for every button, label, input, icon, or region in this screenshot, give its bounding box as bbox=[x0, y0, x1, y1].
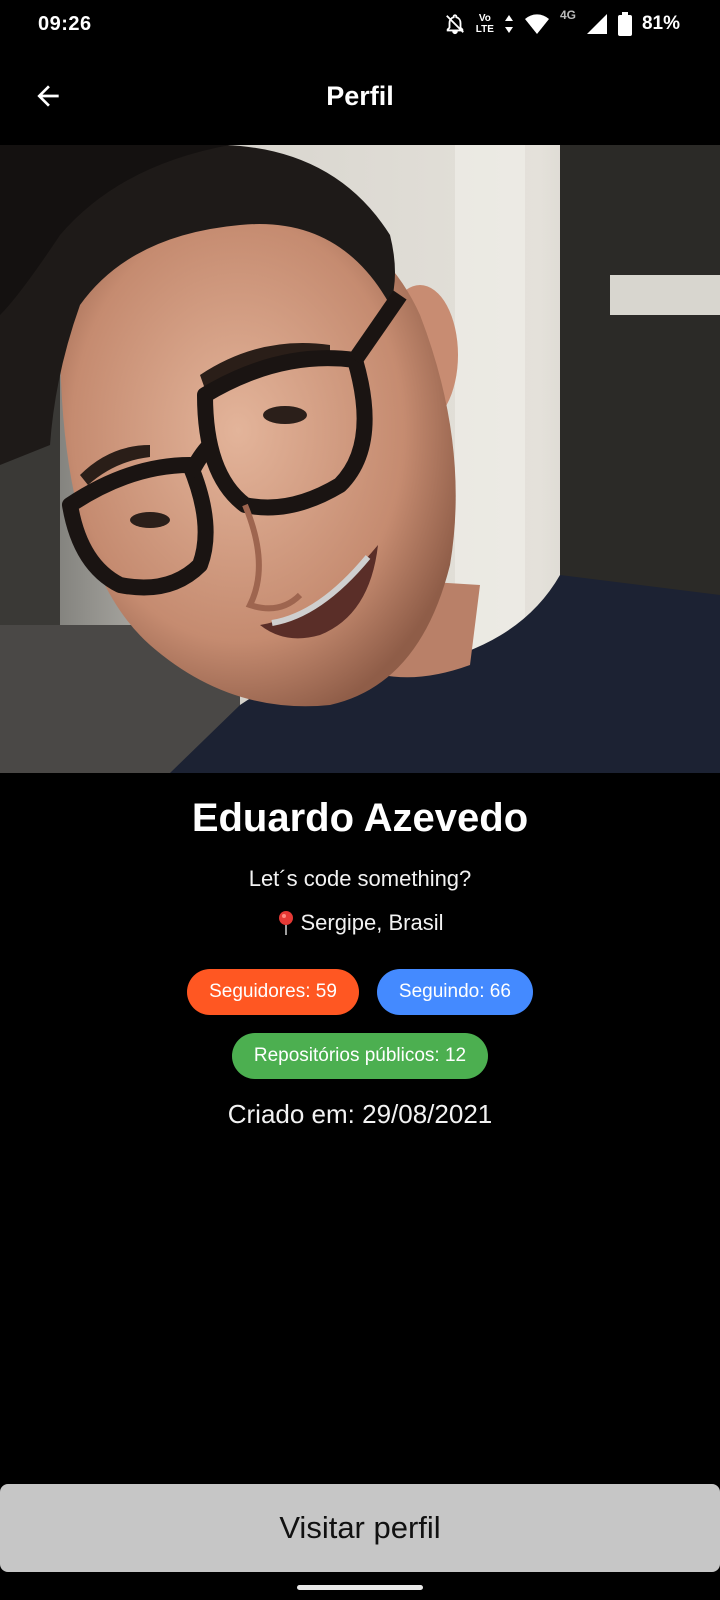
wifi-icon bbox=[524, 13, 550, 35]
visit-profile-button[interactable]: Visitar perfil bbox=[0, 1484, 720, 1572]
page-title: Perfil bbox=[326, 80, 394, 111]
public-repos-chip: Repositórios públicos: 12 bbox=[231, 1033, 489, 1079]
cell-signal-icon bbox=[586, 13, 608, 35]
data-arrows-icon bbox=[504, 14, 514, 34]
back-button[interactable] bbox=[28, 76, 68, 116]
status-icons: Vo LTE 4G 81% bbox=[444, 8, 680, 36]
repos-row: Repositórios públicos: 12 bbox=[0, 1033, 720, 1079]
home-indicator bbox=[297, 1585, 423, 1590]
battery-icon bbox=[617, 12, 632, 36]
profile-name: Eduardo Azevedo bbox=[191, 796, 529, 840]
app-bar: Perfil bbox=[0, 48, 720, 144]
notifications-off-icon bbox=[444, 13, 466, 35]
created-date: Criado em: 29/08/2021 bbox=[227, 1099, 493, 1129]
pin-icon bbox=[279, 911, 294, 935]
network-type: 4G bbox=[559, 8, 576, 22]
profile-info: Eduardo Azevedo Let´s code something? Se… bbox=[0, 773, 720, 1131]
stats-row: Seguidores: 59 Seguindo: 66 bbox=[0, 969, 720, 1015]
profile-location: Sergipe, Brasil bbox=[0, 909, 720, 937]
status-bar: 09:26 Vo LTE 4G 81% bbox=[0, 0, 720, 48]
status-time: 09:26 bbox=[38, 12, 92, 35]
volte-top: Vo bbox=[478, 13, 491, 24]
following-chip: Seguindo: 66 bbox=[376, 969, 533, 1015]
battery-percent: 81% bbox=[641, 13, 680, 34]
volte-indicator: Vo LTE bbox=[476, 13, 494, 35]
arrow-left-icon bbox=[37, 85, 59, 107]
profile-bio: Let´s code something? bbox=[248, 866, 472, 891]
volte-bottom: LTE bbox=[475, 24, 494, 35]
followers-chip: Seguidores: 59 bbox=[187, 969, 359, 1015]
profile-photo bbox=[0, 145, 720, 773]
location-text: Sergipe, Brasil bbox=[300, 910, 444, 935]
profile-screen: 09:26 Vo LTE 4G 81% Perfil Eduardo Azeve… bbox=[0, 0, 720, 1600]
